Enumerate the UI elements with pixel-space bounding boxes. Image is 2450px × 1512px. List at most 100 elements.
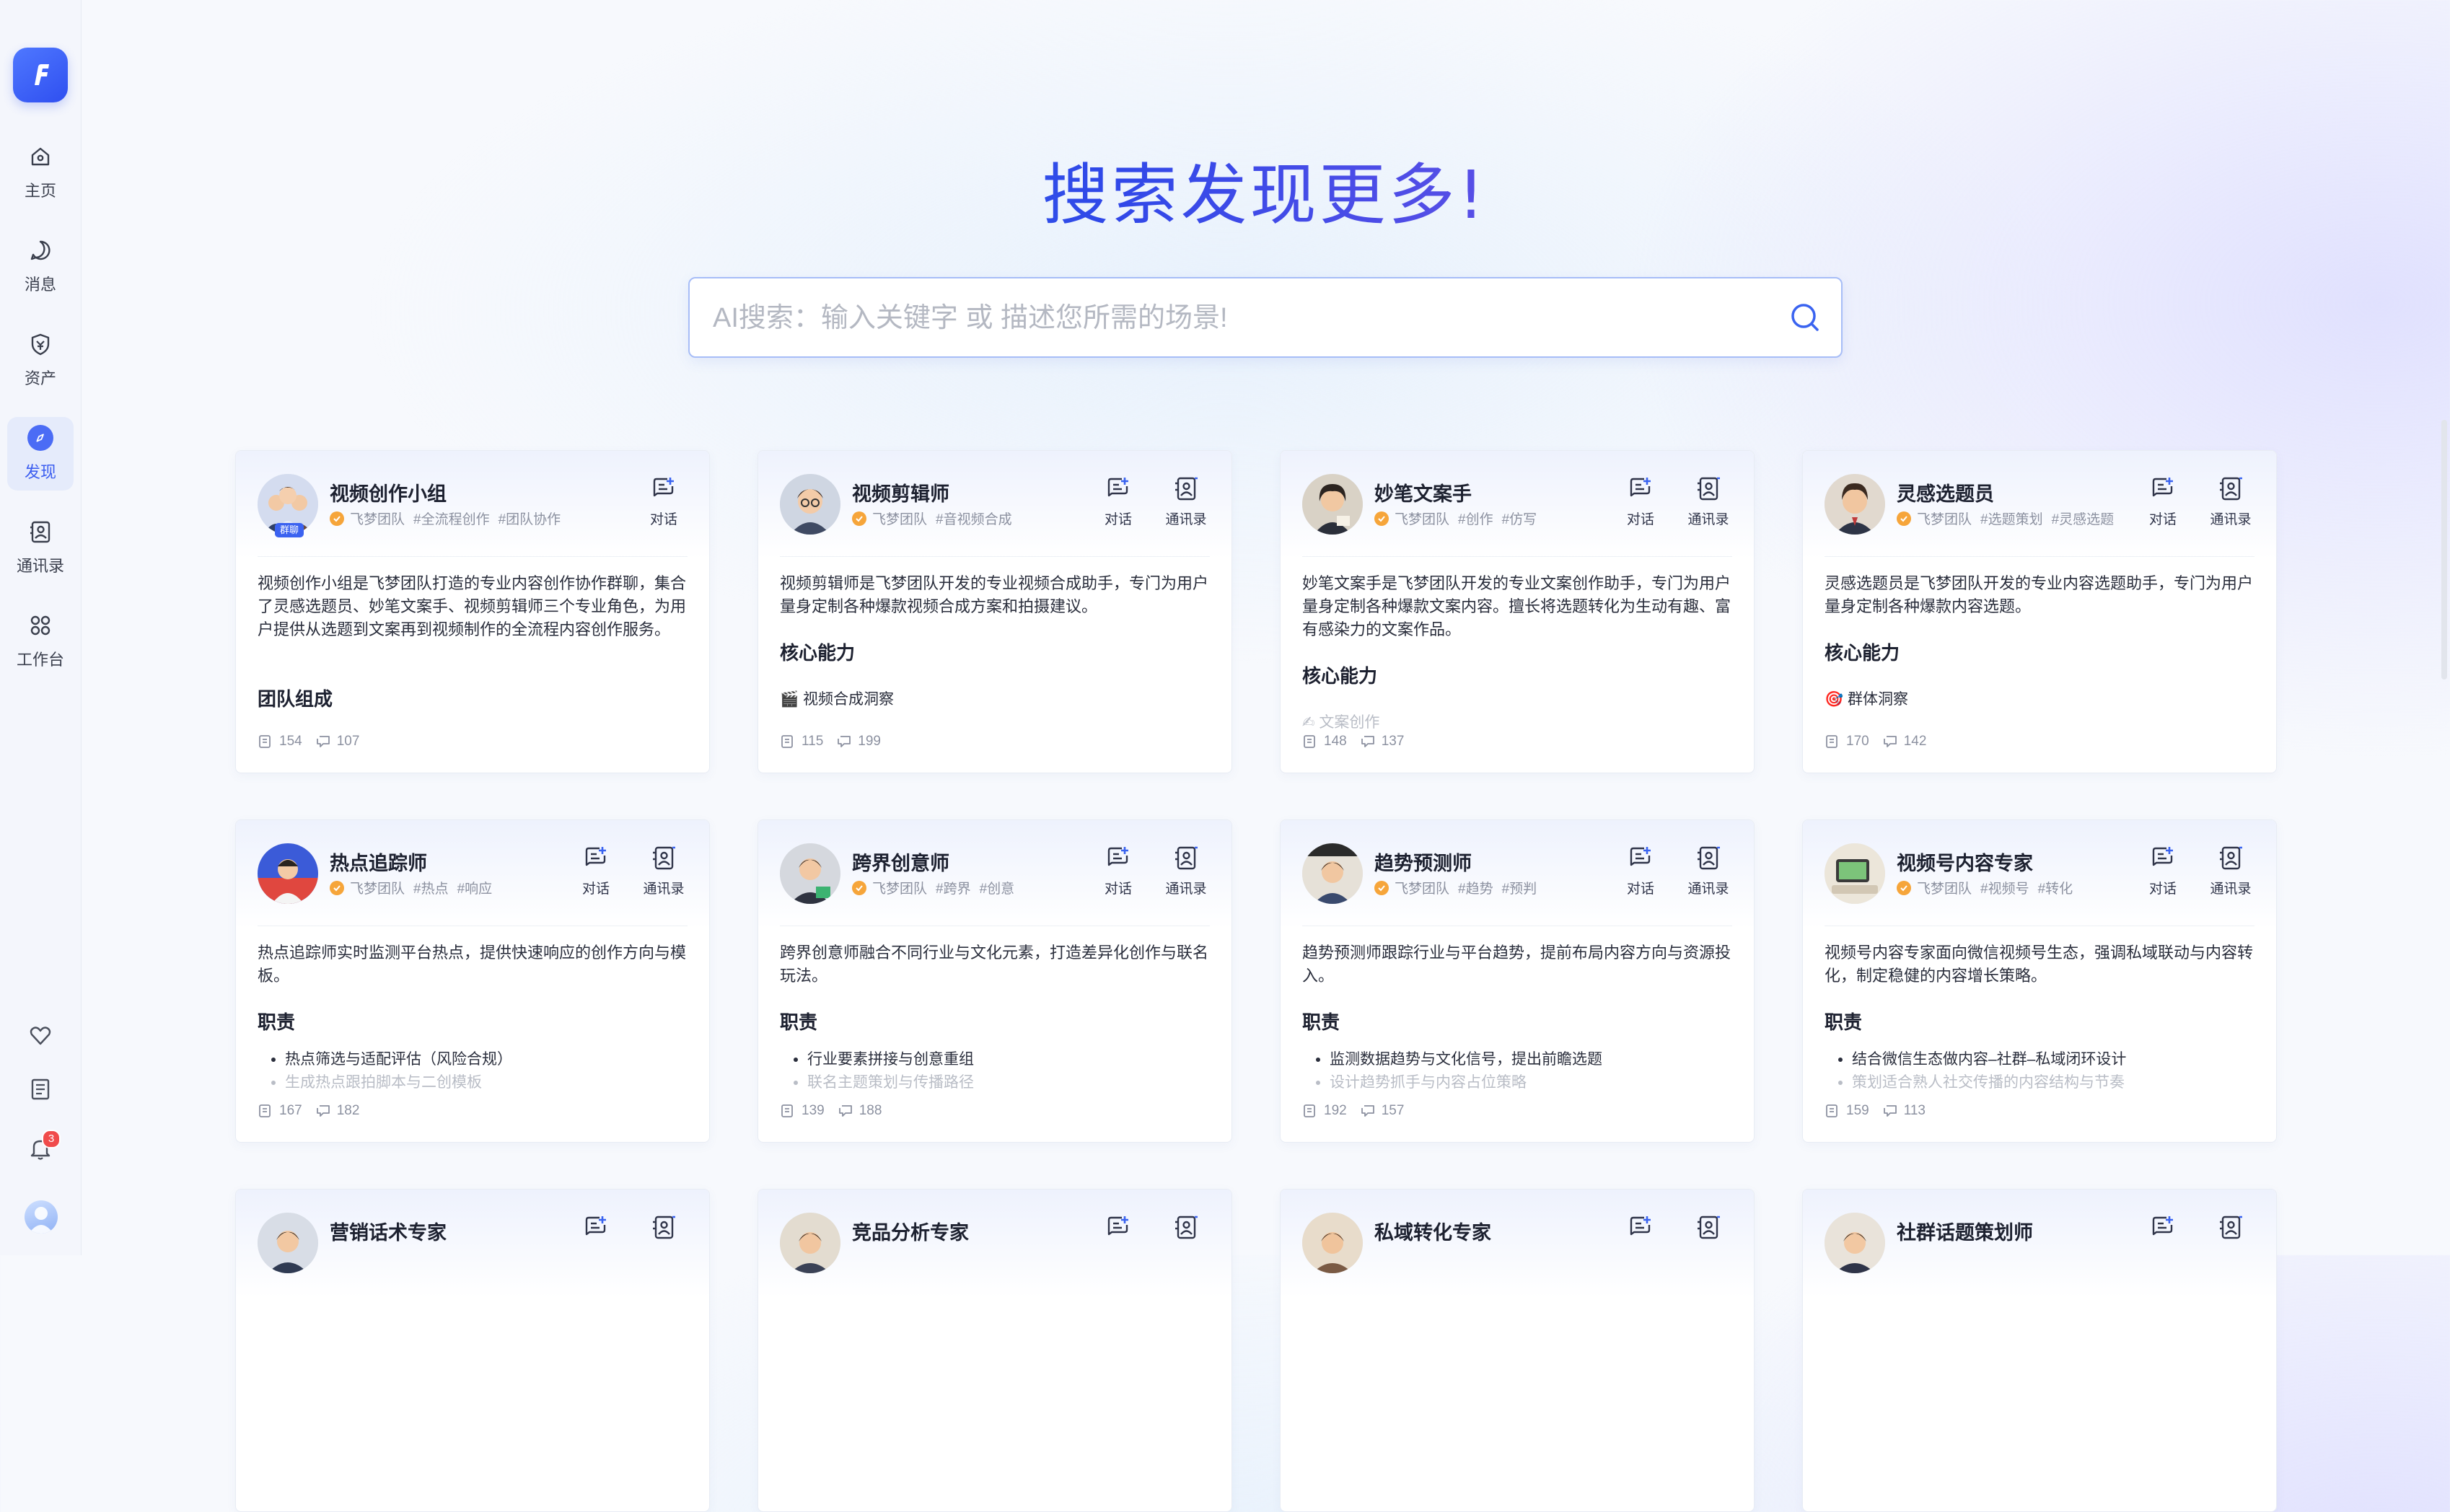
duty-item: 监测数据趋势与文化信号，提出前瞻选题 [1330, 1048, 1602, 1071]
agent-card[interactable]: 竞品分析专家 [758, 1189, 1232, 1512]
team-name: 飞梦团队 [1395, 882, 1450, 897]
contacts-button-label: 通讯录 [2210, 512, 2252, 527]
agent-description: 视频创作小组是飞梦团队打造的专业内容创作协作群聊，集合了灵感选题员、妙笔文案手、… [258, 574, 687, 638]
agent-card[interactable]: 趋势预测师 飞梦团队 #趋势 #预判 对话 通讯录 趋势预测师跟踪行业与平台趋势… [1280, 819, 1755, 1143]
verified-icon [1897, 880, 1911, 895]
card-divider [258, 556, 688, 557]
duty-item: 生成热点跟拍脚本与二创模板 [285, 1071, 512, 1094]
add-contact-button[interactable]: 通讯录 [638, 845, 689, 902]
agent-card[interactable]: 群聊 视频创作小组 飞梦团队 #全流程创作 #团队协作 对话 视频创作小组是飞梦… [235, 450, 710, 773]
agent-name: 妙笔文案手 [1374, 483, 1472, 505]
chat-button[interactable] [1093, 1214, 1143, 1272]
add-contact-button[interactable]: 通讯录 [2205, 475, 2256, 533]
card-divider [1825, 556, 2254, 557]
user-avatar[interactable] [25, 1200, 58, 1234]
agent-avatar [1302, 843, 1363, 904]
card-section-title: 职责 [1302, 1011, 1340, 1033]
agent-description: 趋势预测师跟踪行业与平台趋势，提前布局内容方向与资源投入。 [1302, 944, 1731, 985]
chat-button-label: 对话 [1626, 882, 1654, 897]
agent-card[interactable]: 营销话术专家 [235, 1189, 710, 1512]
agent-name: 社群话题策划师 [1897, 1222, 2033, 1244]
copy-count-icon [259, 1104, 271, 1117]
notes-icon[interactable] [27, 1076, 53, 1102]
search-box [688, 277, 1843, 358]
agent-card[interactable]: 热点追踪师 飞梦团队 #热点 #响应 对话 通讯录 热点追踪师实时监测平台热点，… [235, 819, 710, 1143]
team-name: 飞梦团队 [1917, 512, 1972, 527]
chat-button[interactable]: 对话 [571, 845, 621, 902]
agent-tag: #音视频合成 [936, 512, 1012, 527]
add-contact-button[interactable]: 通讯录 [1683, 845, 1734, 902]
agent-card[interactable]: 视频号内容专家 飞梦团队 #视频号 #转化 对话 通讯录 视频号内容专家面向微信… [1802, 819, 2277, 1143]
verified-icon [1374, 880, 1389, 895]
chat-button[interactable]: 对话 [2138, 845, 2188, 902]
chat-button-label: 对话 [581, 882, 610, 897]
chat-button[interactable]: 对话 [1615, 845, 1666, 902]
contacts-button-label: 通讯录 [1165, 512, 1207, 527]
page-scrollbar[interactable] [2441, 420, 2447, 680]
contacts-button-label: 通讯录 [1165, 882, 1207, 897]
verified-icon [852, 880, 866, 895]
add-contact-button[interactable]: 通讯录 [1683, 475, 1734, 533]
agent-card[interactable]: 社群话题策划师 [1802, 1189, 2277, 1512]
card-divider [1302, 556, 1732, 557]
page-title: 搜索发现更多! [0, 141, 2450, 237]
add-contact-button[interactable] [2205, 1214, 2256, 1272]
agent-meta: 飞梦团队 #音视频合成 [852, 509, 1012, 528]
nav-messages[interactable]: 消息 [7, 229, 74, 303]
add-contact-button[interactable]: 通讯录 [1161, 475, 1211, 533]
copy-count-icon [1826, 1104, 1838, 1117]
card-divider [780, 556, 1210, 557]
add-contact-button[interactable] [638, 1214, 689, 1272]
comment-count-icon [838, 1105, 852, 1117]
comment-count-icon [1883, 1105, 1897, 1117]
usage-count: 170 [1846, 734, 1869, 749]
usage-count: 159 [1846, 1103, 1869, 1118]
agent-card[interactable]: 妙笔文案手 飞梦团队 #创作 #仿写 对话 通讯录 妙笔文案手是飞梦团队开发的专… [1280, 450, 1755, 773]
chat-button[interactable]: 对话 [1093, 475, 1143, 533]
search-input[interactable] [711, 278, 1753, 358]
chat-button[interactable] [1615, 1214, 1666, 1272]
duty-item: 联名主题策划与传播路径 [807, 1071, 974, 1094]
add-contact-button[interactable]: 通讯录 [2205, 845, 2256, 902]
chat-button[interactable] [2138, 1214, 2188, 1272]
app-logo[interactable] [13, 48, 68, 102]
chat-button[interactable] [571, 1214, 621, 1272]
nav-workbench-label: 工作台 [16, 651, 64, 669]
add-contact-button[interactable] [1161, 1214, 1211, 1272]
agent-card[interactable]: 灵感选题员 飞梦团队 #选题策划 #灵感选题 对话 通讯录 灵感选题员是飞梦团队… [1802, 450, 2277, 773]
chat-button[interactable]: 对话 [2138, 475, 2188, 533]
nav-workbench[interactable]: 工作台 [7, 605, 74, 678]
contacts-button-label: 通讯录 [1687, 882, 1729, 897]
nav-discover[interactable]: 发现 [7, 417, 74, 491]
nav-contacts[interactable]: 通讯录 [7, 511, 74, 584]
comment-count-icon [316, 736, 330, 747]
nav-assets[interactable]: 资产 [7, 323, 74, 397]
contacts-icon [653, 846, 675, 870]
agent-description: 灵感选题员是飞梦团队开发的专业内容选题助手，专门为用户量身定制各种爆款内容选题。 [1825, 574, 2254, 615]
agent-card[interactable]: 跨界创意师 飞梦团队 #跨界 #创意 对话 通讯录 跨界创意师融合不同行业与文化… [758, 819, 1232, 1143]
nav-contacts-label: 通讯录 [16, 557, 64, 575]
duty-list: 热点筛选与适配评估（风险合规） 生成热点跟拍脚本与二创模板 [285, 1048, 512, 1094]
add-contact-button[interactable]: 通讯录 [1161, 845, 1211, 902]
favorites-icon[interactable] [27, 1023, 53, 1049]
agent-tag: #转化 [2037, 882, 2073, 897]
duty-list: 监测数据趋势与文化信号，提出前瞻选题 设计趋势抓手与内容占位策略 [1330, 1048, 1602, 1094]
agent-tag: #预判 [1501, 882, 1537, 897]
chat-button[interactable]: 对话 [1093, 845, 1143, 902]
agent-card[interactable]: 视频剪辑师 飞梦团队 #音视频合成 对话 通讯录 视频剪辑师是飞梦团队开发的专业… [758, 450, 1232, 773]
contacts-icon [2220, 846, 2242, 870]
contacts-button-label: 通讯录 [2210, 882, 2252, 897]
chat-plus-icon [2152, 847, 2173, 866]
add-contact-button[interactable] [1683, 1214, 1734, 1272]
usage-count: 115 [802, 734, 824, 749]
search-icon[interactable] [1788, 300, 1822, 335]
card-stats: 170 142 [1825, 734, 1936, 750]
chat-button-label: 对话 [1626, 512, 1654, 527]
chat-button[interactable]: 对话 [638, 475, 689, 533]
agent-card[interactable]: 私域转化专家 [1280, 1189, 1755, 1512]
chat-button[interactable]: 对话 [1615, 475, 1666, 533]
comment-count-icon [1361, 1105, 1374, 1117]
agent-tag: #仿写 [1501, 512, 1537, 527]
capability-item: 🎬 视频合成洞察 [780, 691, 894, 708]
copy-count-icon [1304, 735, 1315, 748]
